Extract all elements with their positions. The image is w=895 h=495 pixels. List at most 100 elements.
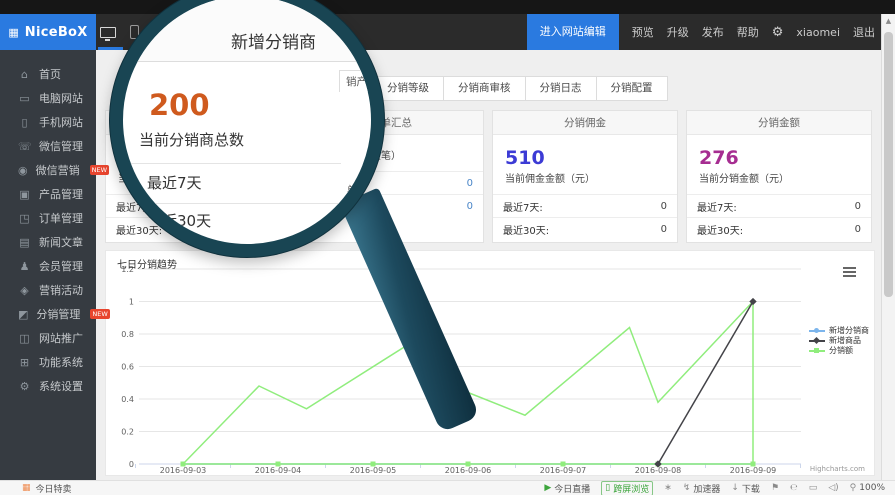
tag-icon: ◈ <box>18 284 31 297</box>
gear-icon[interactable]: ⚙ <box>772 25 784 40</box>
publish-link[interactable]: 发布 <box>702 24 724 40</box>
statusbar-window[interactable]: ▭ <box>809 483 818 493</box>
lens-row-fragment: 0天: <box>327 225 346 239</box>
trend-chart-panel: 七日分销趋势 00.20.40.60.811.22016-09-032016-0… <box>105 250 875 476</box>
new-badge: NEW <box>90 165 109 176</box>
sidebar-item-label: 微信营销 <box>36 162 80 178</box>
product-icon: ▣ <box>18 188 31 201</box>
svg-text:2016-09-06: 2016-09-06 <box>445 466 492 475</box>
settings-icon: ⚙ <box>18 380 31 393</box>
statusbar-flag[interactable]: ⚑ <box>771 483 779 493</box>
sidebar-item-label: 首页 <box>39 66 61 82</box>
card-stat-row: 最近7天:0 <box>493 194 677 217</box>
today-sale-item[interactable]: ▦ 今日特卖 <box>22 482 72 495</box>
sidebar-item-label: 订单管理 <box>39 210 83 226</box>
card-title: 分销佣金 <box>493 111 677 135</box>
scrollbar-thumb[interactable] <box>884 32 893 297</box>
sidebar-item-product[interactable]: ▣产品管理 <box>0 182 96 206</box>
statusbar-download[interactable]: ↓下载 <box>731 482 760 495</box>
stat-value: 0 <box>661 224 667 235</box>
fan-icon: ∗ <box>664 483 672 493</box>
sidebar-item-promote[interactable]: ◫网站推广 <box>0 326 96 350</box>
svg-text:2016-09-04: 2016-09-04 <box>255 466 302 475</box>
lens-card-title: 新增分销商 <box>231 28 316 53</box>
preview-link[interactable]: 预览 <box>632 24 654 40</box>
lens-divider <box>123 203 351 204</box>
today-sale-label: 今日特卖 <box>36 482 72 495</box>
logout-link[interactable]: 退出 <box>853 24 875 40</box>
stat-value: 0 <box>661 201 667 212</box>
sidebar-item-mobile[interactable]: ▯手机网站 <box>0 110 96 134</box>
tab-5[interactable]: 分销配置 <box>596 76 668 101</box>
highcharts-credit: Highcharts.com <box>810 465 865 473</box>
scroll-up-icon[interactable]: ▲ <box>882 14 895 25</box>
sidebar-item-activity[interactable]: ◈ 营销活动 <box>0 278 96 302</box>
modules-icon: ⊞ <box>18 356 31 369</box>
stat-key: 最近7天: <box>697 199 737 214</box>
legend-item[interactable]: 新增分销商 <box>809 325 869 335</box>
sidebar-item-label: 新闻文章 <box>39 234 83 250</box>
sidebar-item-system[interactable]: ⊞功能系统 <box>0 350 96 374</box>
phone-icon: ▯ <box>18 116 31 129</box>
chart-context-menu-icon[interactable] <box>843 267 856 279</box>
tab-4[interactable]: 分销日志 <box>525 76 597 101</box>
vertical-scrollbar[interactable]: ▲ <box>881 14 895 480</box>
lens-card-label: 当前分销商总数 <box>139 129 244 150</box>
line-chart: 00.20.40.60.811.22016-09-032016-09-04201… <box>106 251 874 475</box>
order-icon: ◳ <box>18 212 31 225</box>
campaign-icon: ◉ <box>18 164 28 177</box>
sidebar-item-dist[interactable]: ◩分销管理NEW <box>0 302 96 326</box>
stat-key: 最近30天: <box>697 222 743 237</box>
sidebar-item-label: 微信管理 <box>39 138 83 154</box>
statusbar-accelerator[interactable]: ↯加速器 <box>683 482 721 495</box>
svg-text:0.8: 0.8 <box>121 330 134 339</box>
svg-text:0.4: 0.4 <box>121 395 134 404</box>
desktop-view-icon[interactable] <box>100 27 116 38</box>
stat-key: 最近30天: <box>503 222 549 237</box>
sidebar-item-label: 分销管理 <box>36 306 80 322</box>
tab-3[interactable]: 分销商审核 <box>443 76 526 101</box>
help-link[interactable]: 帮助 <box>737 24 759 40</box>
sidebar-item-pc-site[interactable]: ▭电脑网站 <box>0 86 96 110</box>
enter-site-editor-button[interactable]: 进入网站编辑 <box>527 14 619 50</box>
zoom-icon: ⚲ <box>850 483 857 493</box>
tab-2[interactable]: 分销等级 <box>372 76 444 101</box>
chart-title: 七日分销趋势 <box>117 256 177 271</box>
stat-value: 0 <box>855 201 861 212</box>
window-icon: ▭ <box>809 483 818 493</box>
sidebar-item-news[interactable]: ▤新闻文章 <box>0 230 96 254</box>
svg-text:0.6: 0.6 <box>121 363 134 372</box>
lens-divider <box>123 163 341 164</box>
summary-card-3: 分销佣金510当前佣金金额（元）最近7天:0最近30天:0 <box>492 110 678 243</box>
wechat-icon: ☏ <box>18 140 31 153</box>
statusbar-play[interactable]: ▶今日直播 <box>544 482 590 495</box>
svg-text:0.2: 0.2 <box>121 428 134 437</box>
statusbar-fan[interactable]: ∗ <box>664 483 672 493</box>
statusbar-zoom[interactable]: ⚲100% <box>850 483 885 493</box>
sidebar-item-wx-mkt[interactable]: ◉微信营销NEW <box>0 158 96 182</box>
statusbar-cross-screen[interactable]: ▯跨屏浏览 <box>601 481 653 495</box>
legend-item[interactable]: 新增商品 <box>809 335 869 345</box>
legend-item[interactable]: 分销额 <box>809 345 869 355</box>
app-logo[interactable]: ▦ NiceBoX <box>0 14 96 50</box>
chart-icon: ◩ <box>18 308 28 321</box>
statusbar-speaker[interactable]: ◁) <box>828 483 838 493</box>
square-marker-icon <box>809 347 825 354</box>
sidebar-item-order[interactable]: ◳ 订单管理 <box>0 206 96 230</box>
upgrade-link[interactable]: 升级 <box>667 24 689 40</box>
sidebar-item-wechat[interactable]: ☏ 微信管理 <box>0 134 96 158</box>
download-icon: ↓ <box>731 483 739 493</box>
card-value: 510 <box>505 147 677 169</box>
statusbar-browser[interactable]: ℮ <box>790 483 798 493</box>
sidebar-item-member[interactable]: ♟会员管理 <box>0 254 96 278</box>
lens-tab-fragment: 销产品 <box>339 70 384 92</box>
sidebar-item-label: 系统设置 <box>39 378 83 394</box>
svg-text:2016-09-09: 2016-09-09 <box>730 466 777 475</box>
sidebar-item-home[interactable]: ⌂首页 <box>0 62 96 86</box>
sidebar-item-settings[interactable]: ⚙ 系统设置 <box>0 374 96 398</box>
statusbar-label: 加速器 <box>693 482 720 495</box>
sidebar-item-label: 营销活动 <box>39 282 83 298</box>
circle-marker-icon <box>809 327 825 334</box>
username[interactable]: xiaomei <box>796 26 840 39</box>
lens-card-value: 200 <box>149 88 210 122</box>
